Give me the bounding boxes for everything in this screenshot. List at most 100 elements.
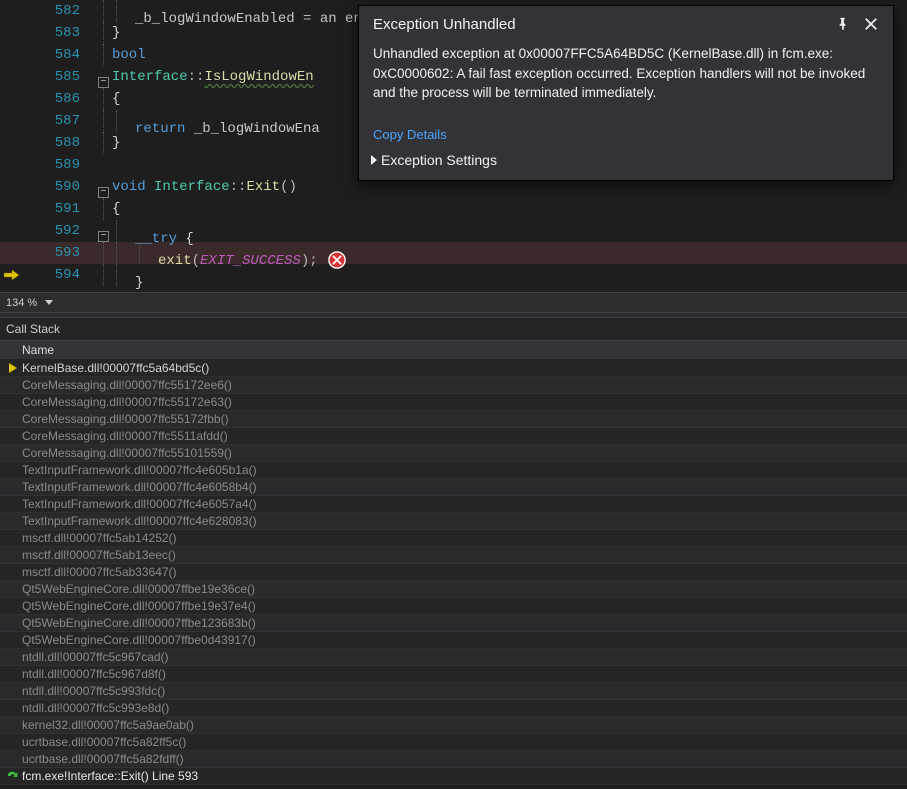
callstack-row[interactable]: Qt5WebEngineCore.dll!00007ffbe19e37e4() bbox=[0, 598, 907, 615]
outline-toggle bbox=[98, 88, 112, 110]
line-number: 589 bbox=[0, 154, 98, 176]
callstack-row[interactable]: Qt5WebEngineCore.dll!00007ffbe19e36ce() bbox=[0, 581, 907, 598]
frame-text: Qt5WebEngineCore.dll!00007ffbe123683b() bbox=[22, 616, 256, 630]
frame-text: CoreMessaging.dll!00007ffc5511afdd() bbox=[22, 429, 228, 443]
frame-text: ntdll.dll!00007ffc5c993fdc() bbox=[22, 684, 165, 698]
callstack-row[interactable]: ucrtbase.dll!00007ffc5a82ff5c() bbox=[0, 734, 907, 751]
zoom-dropdown-icon[interactable] bbox=[45, 300, 53, 305]
line-number: 592 bbox=[0, 220, 98, 242]
frame-text: TextInputFramework.dll!00007ffc4e628083(… bbox=[22, 514, 257, 528]
line-number: 588 bbox=[0, 132, 98, 154]
callstack-row[interactable]: msctf.dll!00007ffc5ab33647() bbox=[0, 564, 907, 581]
popup-title: Exception Unhandled bbox=[373, 16, 833, 33]
callstack-row[interactable]: KernelBase.dll!00007ffc5a64bd5c() bbox=[0, 360, 907, 377]
frame-text: KernelBase.dll!00007ffc5a64bd5c() bbox=[22, 361, 209, 375]
outline-toggle bbox=[98, 264, 112, 286]
frame-text: TextInputFramework.dll!00007ffc4e6057a4(… bbox=[22, 497, 257, 511]
line-number: 591 bbox=[0, 198, 98, 220]
callstack-row[interactable]: msctf.dll!00007ffc5ab14252() bbox=[0, 530, 907, 547]
frame-text: TextInputFramework.dll!00007ffc4e6058b4(… bbox=[22, 480, 257, 494]
code-content[interactable]: } bbox=[112, 264, 907, 286]
line-number: 585 bbox=[0, 66, 98, 88]
frame-text: CoreMessaging.dll!00007ffc55172fbb() bbox=[22, 412, 229, 426]
frame-text: TextInputFramework.dll!00007ffc4e605b1a(… bbox=[22, 463, 257, 477]
callstack-row[interactable]: CoreMessaging.dll!00007ffc55101559() bbox=[0, 445, 907, 462]
line-number: 583 bbox=[0, 22, 98, 44]
exception-settings-toggle[interactable]: Exception Settings bbox=[359, 148, 893, 180]
line-number: 584 bbox=[0, 44, 98, 66]
outline-toggle[interactable]: − bbox=[98, 220, 112, 242]
outline-toggle bbox=[98, 198, 112, 220]
frame-text: CoreMessaging.dll!00007ffc55172e63() bbox=[22, 395, 232, 409]
outline-toggle bbox=[98, 44, 112, 66]
exception-popup: Exception Unhandled Unhandled exception … bbox=[358, 5, 894, 181]
copy-details-link[interactable]: Copy Details bbox=[373, 127, 447, 142]
outline-toggle bbox=[98, 110, 112, 132]
line-number: 594 bbox=[0, 264, 98, 286]
callstack-row[interactable]: TextInputFramework.dll!00007ffc4e6058b4(… bbox=[0, 479, 907, 496]
current-frame-icon bbox=[4, 363, 22, 373]
frame-text: Qt5WebEngineCore.dll!00007ffbe19e37e4() bbox=[22, 599, 256, 613]
callstack-row[interactable]: CoreMessaging.dll!00007ffc55172ee6() bbox=[0, 377, 907, 394]
zoom-value[interactable]: 134 % bbox=[6, 297, 37, 309]
frame-text: ntdll.dll!00007ffc5c967cad() bbox=[22, 650, 169, 664]
callstack-row[interactable]: kernel32.dll!00007ffc5a9ae0ab() bbox=[0, 717, 907, 734]
code-line[interactable]: 592−__try { bbox=[0, 220, 907, 242]
line-number: 586 bbox=[0, 88, 98, 110]
callstack-row[interactable]: TextInputFramework.dll!00007ffc4e6057a4(… bbox=[0, 496, 907, 513]
outline-toggle[interactable]: − bbox=[98, 66, 112, 88]
line-number: 593 bbox=[0, 242, 98, 264]
callstack-row[interactable]: fcm.exe!Interface::Exit() Line 593 bbox=[0, 768, 907, 785]
frame-text: fcm.exe!Interface::Exit() Line 593 bbox=[22, 769, 198, 783]
frame-text: ntdll.dll!00007ffc5c993e8d() bbox=[22, 701, 169, 715]
line-number: 582 bbox=[0, 0, 98, 22]
code-line[interactable]: 593 exit(EXIT_SUCCESS); bbox=[0, 242, 907, 264]
frame-text: Qt5WebEngineCore.dll!00007ffbe0d43917() bbox=[22, 633, 256, 647]
expand-triangle-icon bbox=[371, 155, 377, 165]
popup-body: Unhandled exception at 0x00007FFC5A64BD5… bbox=[359, 44, 893, 115]
close-icon[interactable] bbox=[861, 14, 881, 34]
outline-toggle bbox=[98, 22, 112, 44]
callstack-row[interactable]: ntdll.dll!00007ffc5c993e8d() bbox=[0, 700, 907, 717]
code-content[interactable]: { bbox=[112, 198, 907, 220]
frame-text: CoreMessaging.dll!00007ffc55101559() bbox=[22, 446, 232, 460]
callstack-header[interactable]: Name bbox=[0, 340, 907, 360]
callstack-row[interactable]: Qt5WebEngineCore.dll!00007ffbe123683b() bbox=[0, 615, 907, 632]
outline-toggle bbox=[98, 132, 112, 154]
callstack-row[interactable]: ucrtbase.dll!00007ffc5a82fdff() bbox=[0, 751, 907, 768]
frame-text: Qt5WebEngineCore.dll!00007ffbe19e36ce() bbox=[22, 582, 255, 596]
outline-toggle[interactable]: − bbox=[98, 176, 112, 198]
code-content[interactable]: __try { bbox=[112, 220, 907, 242]
outline-toggle bbox=[98, 154, 112, 176]
frame-text: kernel32.dll!00007ffc5a9ae0ab() bbox=[22, 718, 194, 732]
outline-toggle bbox=[98, 0, 112, 22]
frame-text: msctf.dll!00007ffc5ab33647() bbox=[22, 565, 177, 579]
exception-settings-label: Exception Settings bbox=[381, 152, 497, 168]
callstack-row[interactable]: ntdll.dll!00007ffc5c967d8f() bbox=[0, 666, 907, 683]
user-frame-icon bbox=[4, 770, 22, 782]
callstack-row[interactable]: ntdll.dll!00007ffc5c993fdc() bbox=[0, 683, 907, 700]
frame-text: ntdll.dll!00007ffc5c967d8f() bbox=[22, 667, 166, 681]
code-line[interactable]: 591 { bbox=[0, 198, 907, 220]
callstack-row[interactable]: TextInputFramework.dll!00007ffc4e628083(… bbox=[0, 513, 907, 530]
code-line[interactable]: 594} bbox=[0, 264, 907, 286]
frame-text: ucrtbase.dll!00007ffc5a82fdff() bbox=[22, 752, 184, 766]
frame-text: CoreMessaging.dll!00007ffc55172ee6() bbox=[22, 378, 232, 392]
frame-text: msctf.dll!00007ffc5ab13eec() bbox=[22, 548, 176, 562]
callstack-row[interactable]: CoreMessaging.dll!00007ffc55172e63() bbox=[0, 394, 907, 411]
zoom-bar: 134 % bbox=[0, 292, 907, 312]
line-number: 587 bbox=[0, 110, 98, 132]
callstack-row[interactable]: ntdll.dll!00007ffc5c967cad() bbox=[0, 649, 907, 666]
callstack-row[interactable]: msctf.dll!00007ffc5ab13eec() bbox=[0, 547, 907, 564]
frame-text: ucrtbase.dll!00007ffc5a82ff5c() bbox=[22, 735, 186, 749]
callstack-row[interactable]: Qt5WebEngineCore.dll!00007ffbe0d43917() bbox=[0, 632, 907, 649]
callstack-row[interactable]: TextInputFramework.dll!00007ffc4e605b1a(… bbox=[0, 462, 907, 479]
pin-icon[interactable] bbox=[833, 14, 853, 34]
outline-toggle bbox=[98, 242, 112, 264]
callstack-row[interactable]: CoreMessaging.dll!00007ffc5511afdd() bbox=[0, 428, 907, 445]
code-content[interactable]: exit(EXIT_SUCCESS); bbox=[112, 242, 907, 264]
callstack-title: Call Stack bbox=[0, 318, 907, 340]
line-number: 590 bbox=[0, 176, 98, 198]
callstack-row[interactable]: CoreMessaging.dll!00007ffc55172fbb() bbox=[0, 411, 907, 428]
callstack-body[interactable]: KernelBase.dll!00007ffc5a64bd5c() CoreMes… bbox=[0, 360, 907, 785]
